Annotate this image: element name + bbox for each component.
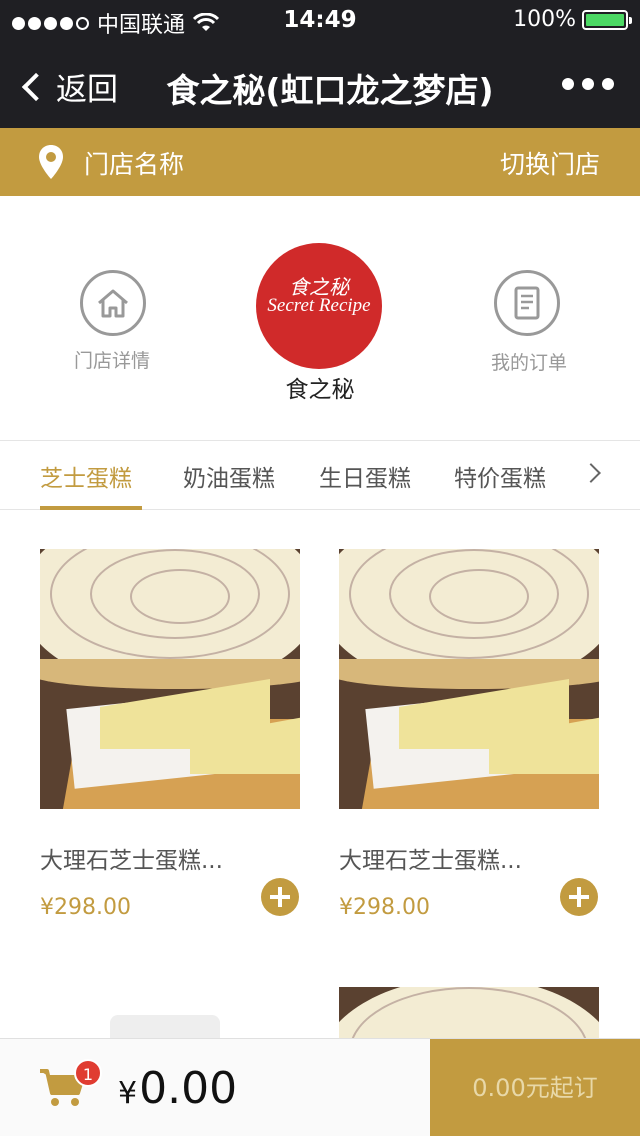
tab-special-cake[interactable]: 特价蛋糕 xyxy=(454,459,546,493)
brand-logo: 食之秘 Secret Recipe xyxy=(256,243,382,369)
tab-cheese-cake[interactable]: 芝士蛋糕 xyxy=(40,459,132,493)
more-options-icon[interactable] xyxy=(562,78,614,90)
document-icon xyxy=(514,286,540,320)
cart-count-badge: 1 xyxy=(74,1059,102,1087)
chevron-right-icon[interactable] xyxy=(581,463,601,483)
currency-symbol: ¥ xyxy=(118,1076,138,1111)
battery-icon xyxy=(582,9,632,30)
store-name: 门店名称 xyxy=(84,150,185,179)
tab-cream-cake[interactable]: 奶油蛋糕 xyxy=(183,459,275,493)
top-header: 中国联通 14:49 100% 返回 食之秘(虹口龙之梦店) xyxy=(0,0,640,128)
switch-store-button[interactable]: 切换门店 xyxy=(500,145,600,181)
status-right: 100% xyxy=(513,7,632,32)
battery-percent: 100% xyxy=(513,7,576,32)
store-bar: 门店名称 切换门店 xyxy=(0,128,640,196)
cart-total-value: 0.00 xyxy=(139,1063,238,1114)
back-label: 返回 xyxy=(56,72,118,108)
chevron-left-icon xyxy=(21,72,51,101)
page-title: 食之秘(虹口龙之梦店) xyxy=(166,71,494,110)
product-card[interactable]: 大理石芝士蛋糕... ¥298.00 xyxy=(40,549,300,920)
cart-bar: 1 ¥0.00 0.00元起订 xyxy=(0,1038,640,1136)
active-tab-indicator xyxy=(40,506,142,510)
status-bar: 中国联通 14:49 100% xyxy=(0,0,640,40)
store-detail-label: 门店详情 xyxy=(73,350,150,372)
nav-bar: 返回 食之秘(虹口龙之梦店) xyxy=(0,40,640,128)
my-orders-label: 我的订单 xyxy=(490,352,567,374)
checkout-button[interactable]: 0.00元起订 xyxy=(430,1039,640,1136)
home-icon xyxy=(98,289,128,318)
add-to-cart-button[interactable] xyxy=(261,878,299,916)
product-card-partial[interactable] xyxy=(339,987,599,1038)
cart-total: ¥0.00 xyxy=(118,1063,237,1114)
product-name: 大理石芝士蛋糕... xyxy=(40,848,223,874)
product-image[interactable] xyxy=(40,549,300,809)
brand-name: 食之秘 xyxy=(285,377,355,403)
product-name: 大理石芝士蛋糕... xyxy=(339,848,522,874)
location-pin-icon xyxy=(39,145,63,179)
store-header: 门店详情 食之秘 Secret Recipe 食之秘 我的订单 xyxy=(0,196,640,441)
logo-en: Secret Recipe xyxy=(267,295,371,316)
store-detail-button[interactable] xyxy=(80,270,146,336)
back-button[interactable]: 返回 xyxy=(20,64,118,109)
tab-birthday-cake[interactable]: 生日蛋糕 xyxy=(319,459,411,493)
product-image[interactable] xyxy=(339,549,599,809)
my-orders-button[interactable] xyxy=(494,270,560,336)
add-to-cart-button[interactable] xyxy=(560,878,598,916)
product-image[interactable] xyxy=(339,987,599,1038)
product-card[interactable]: 大理石芝士蛋糕... ¥298.00 xyxy=(339,549,599,920)
category-tabs: 芝士蛋糕 奶油蛋糕 生日蛋糕 特价蛋糕 xyxy=(0,441,640,510)
